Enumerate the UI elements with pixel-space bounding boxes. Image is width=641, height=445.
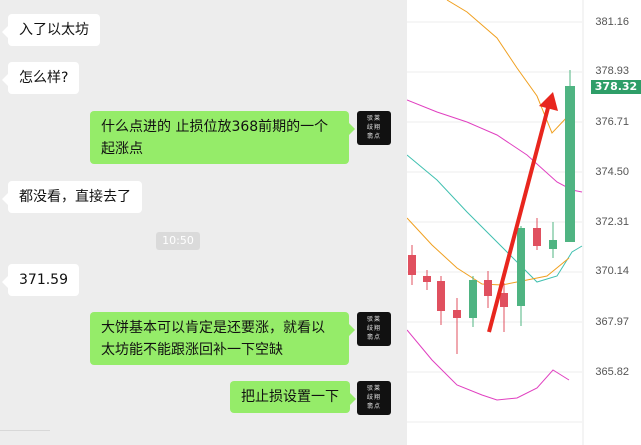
chat-timestamp: 10:50 xyxy=(156,232,200,250)
candle xyxy=(437,281,445,311)
avatar-seal-icon: 驳莱 歧翔 翡点 xyxy=(366,385,381,410)
price-axis-label: 376.71 xyxy=(595,116,629,128)
message-bubble-incoming[interactable]: 371.59 xyxy=(2,264,79,296)
candle xyxy=(500,293,508,307)
avatar-seal-icon: 驳莱 歧翔 翡点 xyxy=(366,316,381,341)
candle xyxy=(517,228,525,306)
price-axis-label: 374.50 xyxy=(595,166,629,178)
price-axis-label: 365.82 xyxy=(595,366,629,378)
candle xyxy=(423,276,431,282)
message-bubble-incoming[interactable]: 入了以太坊 xyxy=(2,14,100,46)
message-bubble-outgoing[interactable]: 大饼基本可以肯定是还要涨，就看以太坊能不能跟涨回补一下空缺 xyxy=(90,312,355,365)
candlestick-chart[interactable]: 381.16 378.93 376.71 374.50 372.31 370.1… xyxy=(407,0,641,445)
candle xyxy=(453,310,461,318)
message-bubble-outgoing[interactable]: 把止损设置一下 xyxy=(230,381,356,413)
price-axis-label: 378.93 xyxy=(595,65,629,77)
price-axis-label: 381.16 xyxy=(595,16,629,28)
candle xyxy=(549,240,557,249)
candle xyxy=(469,280,477,318)
user-avatar[interactable]: 驳莱 歧翔 翡点 xyxy=(357,312,391,346)
avatar-seal-icon: 驳莱 歧翔 翡点 xyxy=(366,115,381,140)
chat-panel: 入了以太坊 怎么样? 什么点进的 止损位放368前期的一个起涨点 驳莱 歧翔 翡点 … xyxy=(0,0,407,445)
grid-lines xyxy=(407,21,582,423)
price-axis-label: 367.97 xyxy=(595,316,629,328)
candle xyxy=(484,280,492,296)
message-bubble-incoming[interactable]: 怎么样? xyxy=(1,62,80,94)
candle xyxy=(533,228,541,246)
message-bubble-outgoing[interactable]: 什么点进的 止损位放368前期的一个起涨点 xyxy=(90,111,355,164)
input-bar-edge xyxy=(0,430,50,445)
price-axis-label: 370.14 xyxy=(595,265,629,277)
candle xyxy=(408,255,416,275)
candle xyxy=(565,86,575,242)
ma-teal-line xyxy=(407,154,583,283)
user-avatar[interactable]: 驳莱 歧翔 翡点 xyxy=(357,381,391,415)
current-price-tag: 378.32 xyxy=(591,80,641,94)
candles xyxy=(408,70,575,354)
band-upper-line xyxy=(407,99,583,193)
user-avatar[interactable]: 驳莱 歧翔 翡点 xyxy=(357,111,391,145)
message-bubble-incoming[interactable]: 都没看，直接去了 xyxy=(2,181,142,213)
ma-yellow-upper-line xyxy=(446,0,570,134)
band-lower-line xyxy=(407,329,570,401)
price-axis-label: 372.31 xyxy=(595,216,629,228)
